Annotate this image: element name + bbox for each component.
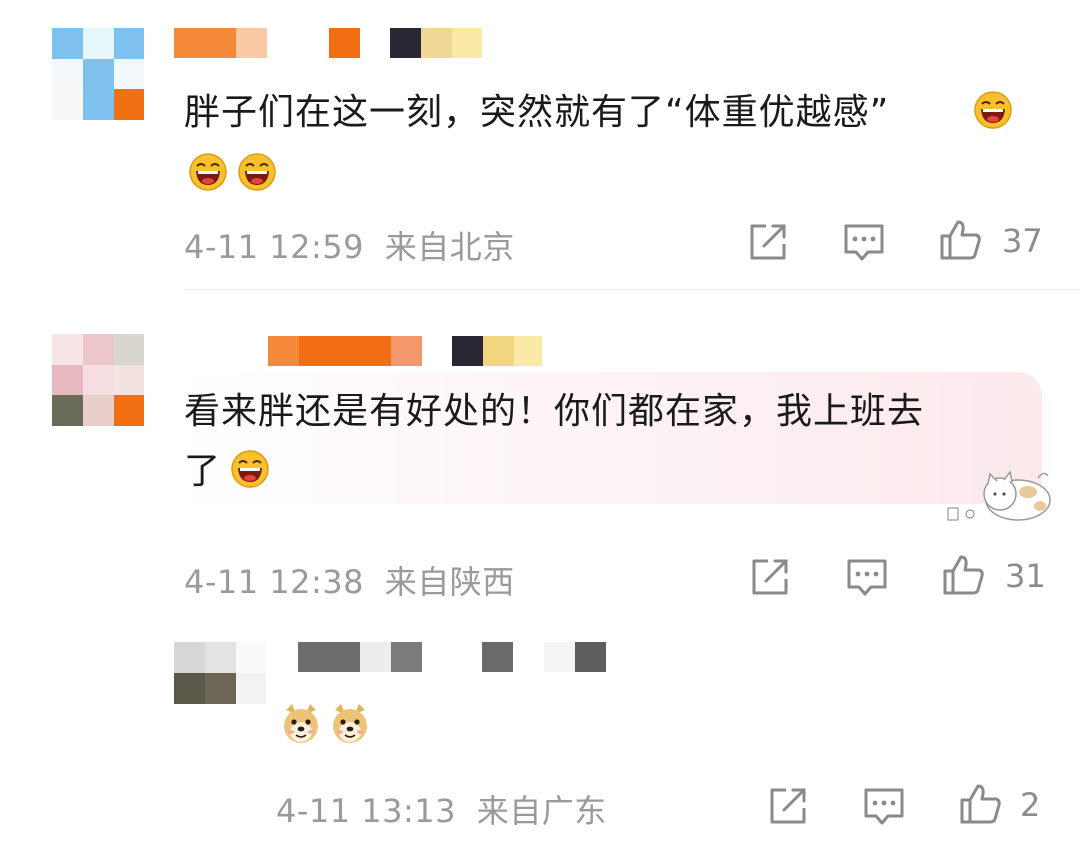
share-icon[interactable]: [746, 220, 790, 264]
comment-meta: 4-11 13:13 来自广东: [276, 786, 607, 832]
doge-emoji-icon: [284, 704, 318, 743]
location: 来自广东: [476, 792, 607, 830]
avatar[interactable]: [52, 28, 144, 120]
like-count: 37: [1002, 222, 1043, 260]
like-count: 31: [1005, 557, 1046, 595]
like-count: 2: [1020, 786, 1041, 824]
timestamp: 4-11 12:38: [184, 563, 365, 601]
divider: [184, 289, 1080, 290]
location: 来自北京: [384, 228, 515, 266]
comment-meta: 4-11 12:59 来自北京: [184, 222, 515, 268]
doge-emoji-icon: [333, 704, 367, 743]
avatar[interactable]: [52, 334, 144, 426]
comment-icon[interactable]: [842, 220, 886, 264]
comment-icon[interactable]: [845, 555, 889, 599]
thumbs-up-icon[interactable]: [941, 553, 985, 597]
thumbs-up-icon[interactable]: [958, 782, 1002, 826]
thumbs-up-icon[interactable]: [938, 218, 982, 262]
timestamp: 4-11 12:59: [184, 228, 365, 266]
cat-sticker-icon: [947, 470, 1051, 521]
comment-text: 看来胖还是有好处的！你们都在家，我上班去 了: [184, 391, 925, 492]
username[interactable]: [174, 28, 484, 58]
share-icon[interactable]: [748, 555, 792, 599]
location: 来自陕西: [384, 563, 515, 601]
timestamp: 4-11 13:13: [276, 792, 457, 830]
share-icon[interactable]: [766, 784, 810, 828]
comment-text: 胖子们在这一刻，突然就有了“体重优越感”: [184, 92, 890, 133]
avatar[interactable]: [174, 642, 266, 704]
username[interactable]: [298, 642, 608, 672]
laughing-emoji-icon: [974, 91, 1012, 129]
laughing-emoji-icon: [231, 450, 269, 488]
comment-meta: 4-11 12:38 来自陕西: [184, 557, 515, 603]
laughing-emoji-icon: [238, 153, 276, 191]
username[interactable]: [268, 336, 548, 366]
comment-icon[interactable]: [862, 784, 906, 828]
laughing-emoji-icon: [189, 153, 227, 191]
